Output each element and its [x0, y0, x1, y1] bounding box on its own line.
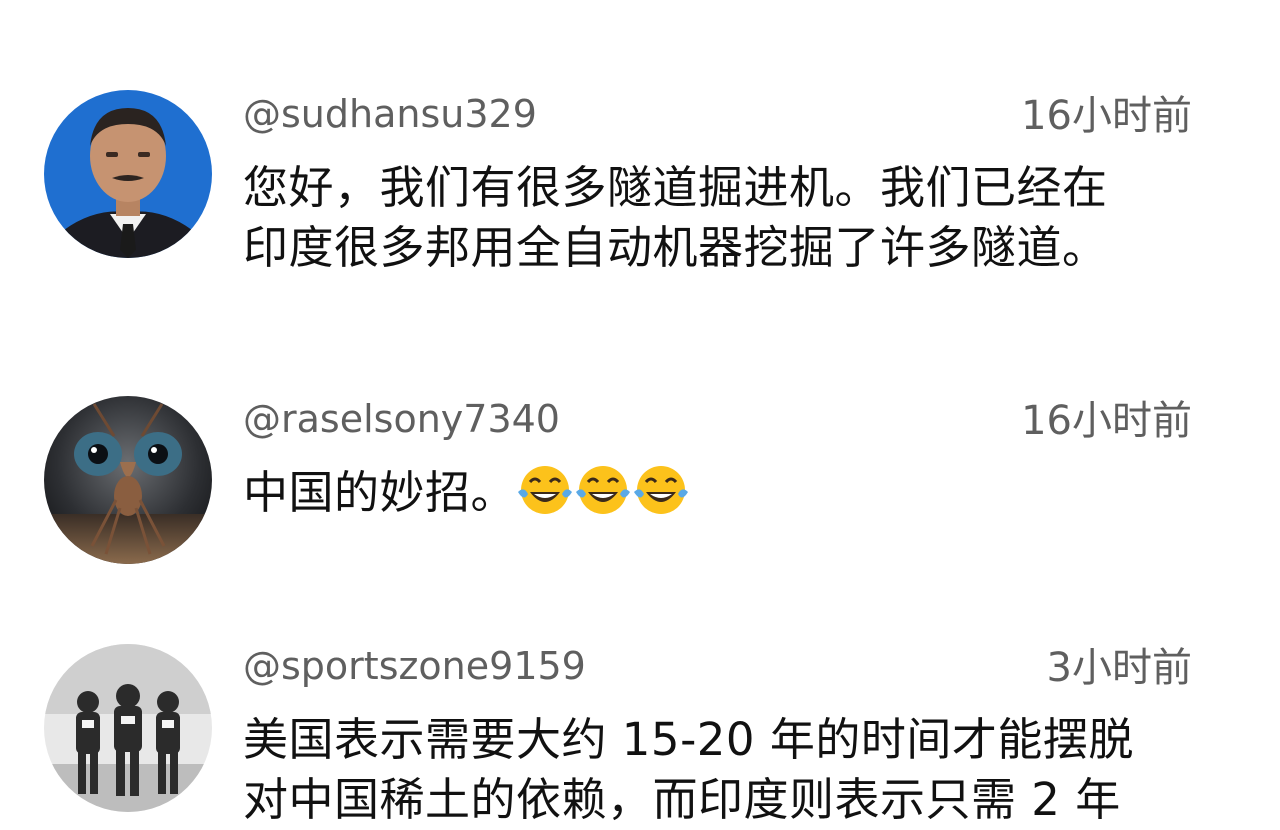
face-with-tears-of-joy-icon — [516, 464, 574, 531]
avatar-photo-sports-team — [44, 644, 212, 812]
comment-text: 美国表示需要大约 15-20 年的时间才能摆脱 对中国稀土的依赖，而印度则表示只… — [243, 710, 1193, 830]
comment-author-handle[interactable]: @sudhansu329 — [243, 90, 537, 138]
comment-text-line: 对中国稀土的依赖，而印度则表示只需 2 年 — [243, 773, 1121, 826]
comment-text: 中国的妙招。 — [243, 463, 1193, 531]
comment-text: 您好，我们有很多隧道掘进机。我们已经在 印度很多邦用全自动机器挖掘了许多隧道。 — [243, 158, 1193, 278]
comment-text-content: 中国的妙招。 — [243, 466, 517, 519]
avatar[interactable] — [44, 644, 212, 812]
avatar-photo-insect — [44, 396, 212, 564]
comment-text-line: 您好，我们有很多隧道掘进机。我们已经在 — [243, 161, 1108, 214]
avatar[interactable] — [44, 396, 212, 564]
comment-author-handle[interactable]: @sportszone9159 — [243, 642, 586, 690]
comment-author-handle[interactable]: @raselsony7340 — [243, 395, 560, 443]
face-with-tears-of-joy-icon — [632, 464, 690, 531]
comment-text-line: 美国表示需要大约 15-20 年的时间才能摆脱 — [243, 713, 1134, 766]
comment-timestamp: 3小时前 — [1046, 645, 1192, 691]
comment-timestamp: 16小时前 — [1021, 398, 1192, 444]
comment-text-line: 中国的妙招。 — [243, 463, 1193, 531]
comment-text-line: 印度很多邦用全自动机器挖掘了许多隧道。 — [243, 221, 1108, 274]
comment-timestamp: 16小时前 — [1021, 93, 1192, 139]
avatar[interactable] — [44, 90, 212, 258]
face-with-tears-of-joy-icon — [574, 464, 632, 531]
avatar-photo-man-suit — [44, 90, 212, 258]
